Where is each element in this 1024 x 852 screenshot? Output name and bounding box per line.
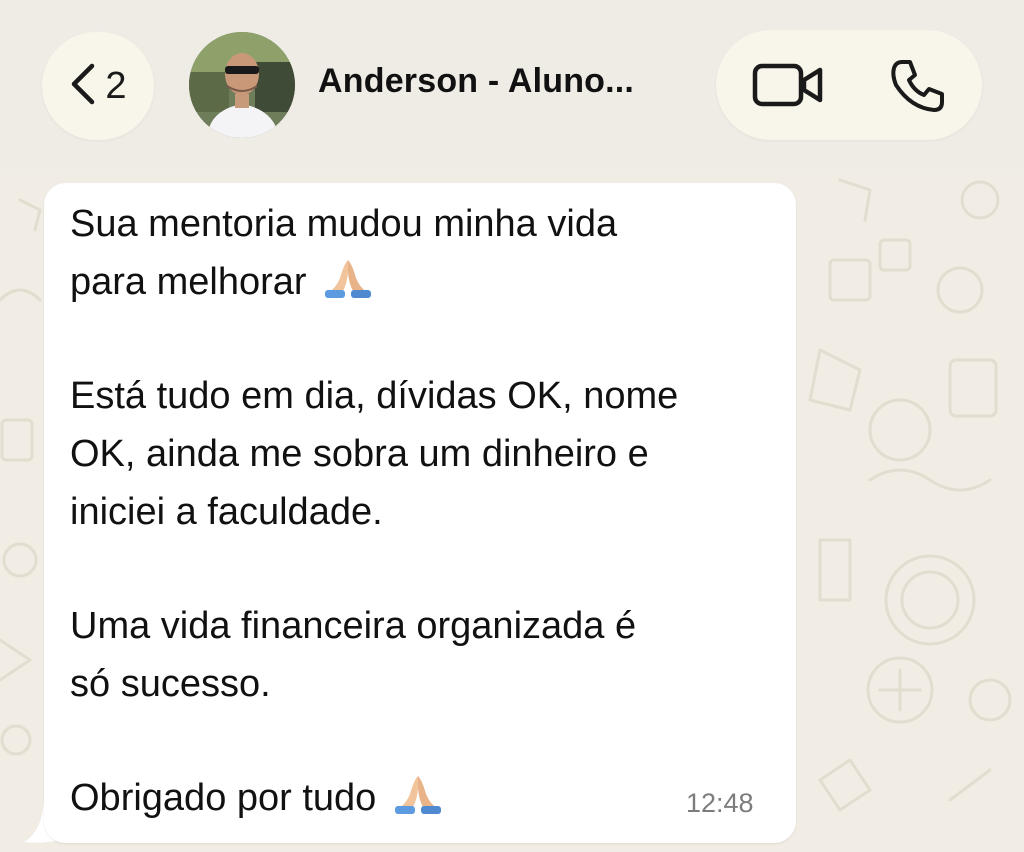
message-line: Está tudo em dia, dívidas OK, nome bbox=[70, 375, 679, 417]
message-line-with-emoji: Obrigado por tudo bbox=[70, 770, 443, 832]
folded-hands-emoji-icon bbox=[393, 772, 443, 832]
video-call-button[interactable] bbox=[752, 60, 826, 110]
back-button[interactable]: 2 bbox=[42, 32, 154, 140]
message-line: iniciei a faculdade. bbox=[70, 491, 383, 533]
chat-header: 2 Anderson - Aluno... bbox=[0, 0, 1024, 170]
message-line: Obrigado por tudo bbox=[70, 777, 377, 819]
call-actions bbox=[716, 30, 982, 140]
video-camera-icon bbox=[752, 63, 826, 114]
folded-hands-emoji-icon bbox=[323, 256, 373, 316]
voice-call-button[interactable] bbox=[888, 57, 946, 115]
avatar[interactable] bbox=[189, 32, 295, 138]
message-timestamp: 12:48 bbox=[686, 788, 754, 818]
message-line: só sucesso. bbox=[70, 663, 271, 705]
message-line-with-emoji: para melhorar bbox=[70, 254, 373, 316]
message-line: Uma vida financeira organizada é bbox=[70, 605, 637, 647]
phone-icon bbox=[888, 60, 946, 119]
contact-name[interactable]: Anderson - Aluno... bbox=[318, 62, 634, 101]
message-line: OK, ainda me sobra um dinheiro e bbox=[70, 433, 649, 475]
message-line: para melhorar bbox=[70, 261, 307, 303]
unread-count: 2 bbox=[105, 64, 127, 107]
message-bubble[interactable]: Sua mentoria mudou minha vida para melho… bbox=[44, 183, 796, 843]
message-line: Sua mentoria mudou minha vida bbox=[70, 203, 618, 245]
chevron-left-icon bbox=[69, 62, 97, 111]
